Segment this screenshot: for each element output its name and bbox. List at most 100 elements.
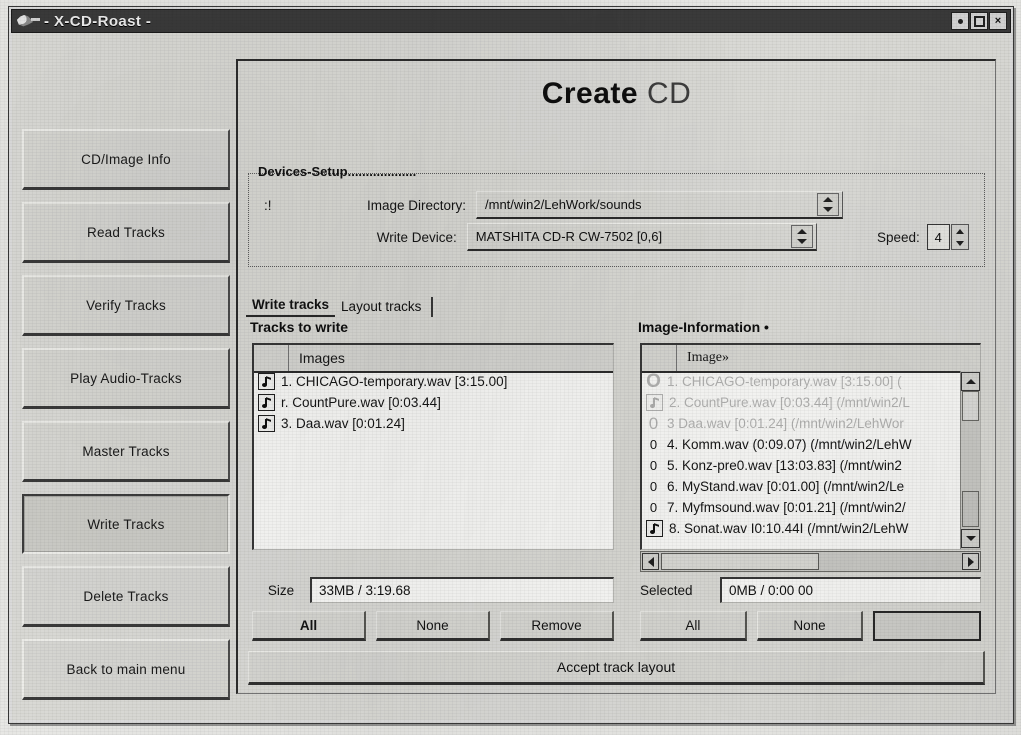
music-note-icon[interactable]	[646, 394, 663, 411]
row-label: 6. MyStand.wav [0:01.00] (/mnt/win2/Le	[667, 479, 905, 494]
scroll-right-icon[interactable]	[962, 553, 979, 570]
image-information-title: Image-Information •	[638, 319, 769, 335]
row-marker: O	[646, 371, 661, 392]
row-label: 7. Myfmsound.wav [0:01.21] (/mnt/win2/	[667, 500, 906, 515]
app-icon	[16, 13, 40, 29]
sidebar-item-cd-image-info[interactable]: CD/Image Info	[22, 129, 230, 190]
music-note-icon[interactable]	[258, 394, 275, 411]
sidebar-item-label: CD/Image Info	[81, 151, 171, 167]
image-information-listbox[interactable]: Image» O 1. CHICAGO-temporary.wav [3:15.…	[640, 343, 981, 550]
sidebar-item-master-tracks[interactable]: Master Tracks	[22, 421, 230, 482]
accept-track-layout-button[interactable]: Accept track layout	[248, 651, 985, 685]
write-device-row: Write Device: MATSHITA CD-R CW-7502 [0,6…	[264, 223, 969, 251]
sidebar-item-play-audio-tracks[interactable]: Play Audio-Tracks	[22, 348, 230, 409]
remove-button[interactable]: Remove	[500, 611, 614, 641]
speed-input[interactable]: 4	[926, 224, 950, 250]
sidebar-item-read-tracks[interactable]: Read Tracks	[22, 202, 230, 263]
close-button[interactable]: ×	[989, 12, 1007, 30]
chevron-updown-icon[interactable]	[817, 193, 839, 216]
image-directory-row: :! Image Directory: /mnt/win2/LehWork/so…	[264, 191, 969, 219]
row-marker: 0	[649, 437, 658, 452]
row-label: 3 Daa.wav [0:01.24] (/mnt/win2/LehWor	[667, 416, 904, 431]
image-select-none-button[interactable]: None	[756, 611, 864, 641]
application-window: - X-CD-Roast - × CD/Image Info Read Trac…	[8, 6, 1014, 724]
write-device-value: MATSHITA CD-R CW-7502 [0,6]	[475, 229, 663, 244]
sidebar-item-verify-tracks[interactable]: Verify Tracks	[22, 275, 230, 336]
image-select-all-button[interactable]: All	[640, 611, 747, 641]
write-device-label: Write Device:	[376, 229, 457, 245]
notebook-tabs: Write tracks Layout tracks	[246, 293, 434, 317]
table-row[interactable]: 1. CHICAGO-temporary.wav [3:15.00]	[254, 371, 613, 392]
column-header-images: Images	[288, 345, 613, 371]
image-add-button[interactable]	[873, 611, 982, 641]
tracks-to-write-listbox[interactable]: Images 1. CHICAGO-temporary.wav [3:15.00…	[252, 343, 614, 550]
table-row[interactable]: 3. Daa.wav [0:01.24]	[254, 413, 613, 434]
tab-write-tracks[interactable]: Write tracks	[246, 295, 336, 317]
selected-value-field: 0MB / 0:00 00	[720, 577, 981, 603]
scroll-down-icon[interactable]	[961, 529, 980, 548]
group-frame	[248, 173, 985, 267]
size-label: Size	[267, 582, 295, 598]
music-note-icon[interactable]	[258, 373, 275, 390]
table-row[interactable]: 0 4. Komm.wav (0:09.07) (/mnt/win2/LehW	[642, 434, 961, 455]
vertical-scrollbar[interactable]	[960, 371, 980, 549]
group-label-text: Devices-Setup	[258, 164, 348, 179]
table-row[interactable]: 2. CountPure.wav [0:03.44] (/mnt/win2/L	[642, 392, 961, 413]
list-rows: O 1. CHICAGO-temporary.wav [3:15.00] ( 2…	[642, 371, 961, 549]
music-note-icon[interactable]	[258, 415, 275, 432]
table-row[interactable]: r. CountPure.wav [0:03.44]	[254, 392, 613, 413]
horizontal-scrollbar[interactable]	[640, 551, 981, 572]
sidebar-item-label: Verify Tracks	[86, 297, 166, 313]
row-label: 3. Daa.wav [0:01.24]	[281, 416, 405, 431]
row-label: r. CountPure.wav [0:03.44]	[281, 395, 441, 410]
sidebar-item-delete-tracks[interactable]: Delete Tracks	[22, 566, 230, 627]
label-dots: ...................	[347, 164, 417, 179]
selected-row: Selected 0MB / 0:00 00	[640, 577, 981, 603]
table-row[interactable]: 0 7. Myfmsound.wav [0:01.21] (/mnt/win2/	[642, 497, 961, 518]
row-marker: 0	[649, 458, 658, 473]
chevron-updown-icon[interactable]	[790, 225, 813, 248]
image-information-buttons: All None	[640, 611, 982, 641]
speed-stepper[interactable]	[950, 224, 969, 250]
sidebar-item-label: Write Tracks	[87, 516, 165, 532]
vertical-scroll-thumb-lower[interactable]	[962, 491, 979, 527]
table-row[interactable]: 0 5. Konz-pre0.wav [13:03.83] (/mnt/win2	[642, 455, 961, 476]
vertical-scroll-thumb[interactable]	[962, 391, 979, 421]
table-row[interactable]: 8. Sonat.wav I0:10.44I (/mnt/win2/LehW	[642, 518, 961, 539]
tab-layout-tracks[interactable]: Layout tracks	[335, 297, 434, 317]
sidebar-item-label: Delete Tracks	[83, 588, 169, 604]
image-information-title-text: Image-Information	[638, 319, 761, 335]
select-none-button[interactable]: None	[376, 611, 490, 641]
sidebar-item-label: Master Tracks	[82, 443, 170, 459]
column-header-image: Image»	[676, 345, 980, 371]
row-label: 1. CHICAGO-temporary.wav [3:15.00]	[281, 374, 508, 389]
select-all-button[interactable]: All	[252, 611, 366, 641]
scroll-left-icon[interactable]	[642, 553, 659, 570]
page-title-light: CD	[646, 77, 692, 110]
row-marker: :!	[264, 197, 272, 213]
minimize-button[interactable]	[951, 12, 969, 30]
row-label: 4. Komm.wav (0:09.07) (/mnt/win2/LehW	[667, 437, 912, 452]
sidebar-item-write-tracks[interactable]: Write Tracks	[22, 494, 230, 554]
music-note-icon[interactable]	[646, 520, 663, 537]
size-value-field: 33MB / 3:19.68	[310, 577, 614, 603]
image-directory-combo[interactable]: /mnt/win2/LehWork/sounds	[476, 191, 843, 219]
list-header: Images	[254, 345, 613, 373]
write-device-combo[interactable]: MATSHITA CD-R CW-7502 [0,6]	[466, 223, 817, 251]
tracks-to-write-panel: Tracks to write Images 1. CHICAGO-tempor…	[246, 319, 620, 641]
row-label: 2. CountPure.wav [0:03.44] (/mnt/win2/L	[669, 395, 910, 410]
table-row[interactable]: 0 6. MyStand.wav [0:01.00] (/mnt/win2/Le	[642, 476, 961, 497]
scroll-up-icon[interactable]	[961, 372, 980, 391]
table-row[interactable]: 0 3 Daa.wav [0:01.24] (/mnt/win2/LehWor	[642, 413, 961, 434]
maximize-button[interactable]	[970, 12, 988, 30]
sidebar-item-back-to-main-menu[interactable]: Back to main menu	[22, 639, 230, 700]
image-directory-value: /mnt/win2/LehWork/sounds	[485, 197, 642, 212]
sidebar-item-label: Read Tracks	[87, 224, 165, 240]
tracks-to-write-buttons: All None Remove	[252, 611, 614, 641]
devices-setup-group: Devices-Setup................... :! Imag…	[248, 164, 985, 267]
horizontal-scroll-thumb[interactable]	[661, 553, 819, 570]
row-marker: 0	[649, 500, 658, 515]
window-title: - X-CD-Roast -	[44, 12, 152, 30]
table-row[interactable]: O 1. CHICAGO-temporary.wav [3:15.00] (	[642, 371, 961, 392]
size-row: Size 33MB / 3:19.68	[252, 577, 614, 603]
